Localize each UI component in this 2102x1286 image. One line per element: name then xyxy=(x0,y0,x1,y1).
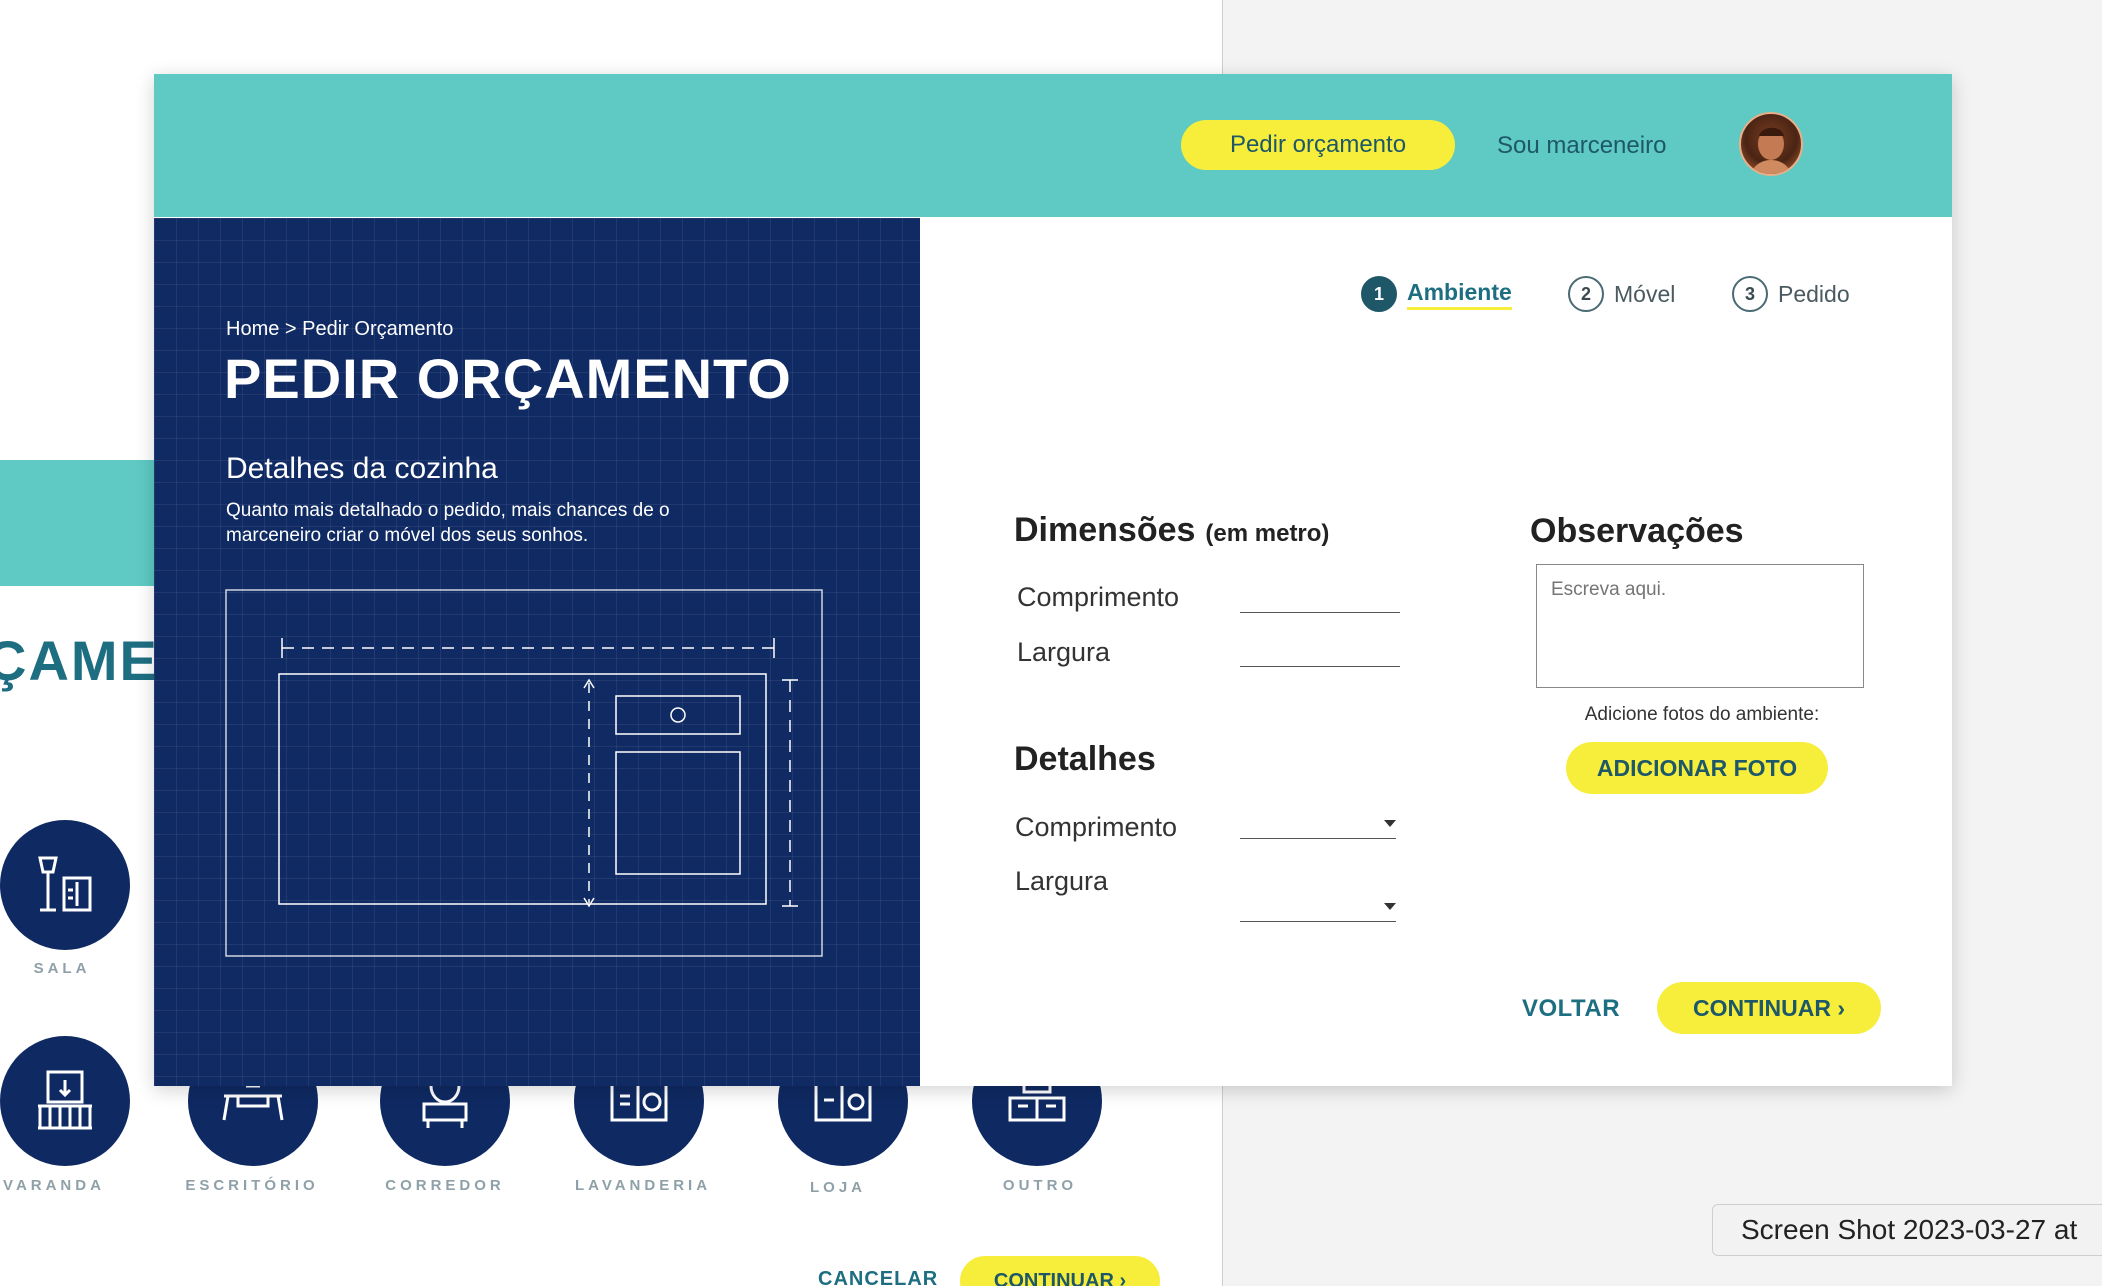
add-photo-button[interactable]: ADICIONAR FOTO xyxy=(1566,742,1828,794)
step-number: 1 xyxy=(1361,276,1397,312)
observations-textarea[interactable] xyxy=(1536,564,1864,688)
quote-request-window: Pedir orçamento Sou marceneiro Home > Pe… xyxy=(154,74,1952,1086)
step-number: 2 xyxy=(1568,276,1604,312)
step-label: Ambiente xyxy=(1407,279,1512,310)
dimensions-width-label: Largura xyxy=(1017,637,1111,667)
details-width-label: Largura xyxy=(1015,866,1109,896)
continue-button[interactable]: CONTINUAR › xyxy=(1657,982,1881,1034)
section-description: Quanto mais detalhado o pedido, mais cha… xyxy=(226,500,670,546)
background-cancel-button[interactable]: CANCELAR xyxy=(818,1268,938,1286)
carpenter-link[interactable]: Sou marceneiro xyxy=(1497,132,1666,160)
user-avatar[interactable] xyxy=(1739,112,1803,176)
photos-label: Adicione fotos do ambiente: xyxy=(1584,704,1820,725)
dimensions-width-input[interactable] xyxy=(1240,636,1400,667)
room-lavanderia-label: LAVANDERIA xyxy=(574,1177,712,1194)
step-label: Móvel xyxy=(1614,280,1676,307)
breadcrumb[interactable]: Home > Pedir Orçamento xyxy=(226,318,453,341)
screenshot-file-label[interactable]: Screen Shot 2023-03-27 at xyxy=(1712,1204,2102,1256)
room-loja-label: LOJA xyxy=(809,1179,866,1196)
chevron-down-icon xyxy=(1384,820,1396,827)
section-title: Detalhes da cozinha xyxy=(226,452,498,485)
background-teal-band xyxy=(0,460,180,586)
page-title: PEDIR ORÇAMENTO xyxy=(224,347,792,410)
dimensions-unit: (em metro) xyxy=(1205,520,1330,547)
lamp-cabinet-icon xyxy=(38,856,92,912)
room-corredor-label: CORREDOR xyxy=(385,1177,505,1194)
background-continue-button[interactable]: CONTINUAR › xyxy=(960,1256,1160,1286)
step-label: Pedido xyxy=(1778,280,1850,307)
step-movel[interactable]: 2 Móvel xyxy=(1568,276,1675,312)
background-page-title: ÇAMEI xyxy=(0,629,177,692)
step-pedido[interactable]: 3 Pedido xyxy=(1732,276,1850,312)
chevron-down-icon xyxy=(1384,903,1396,910)
room-sala-label: SALA xyxy=(33,960,91,977)
dimensions-length-label: Comprimento xyxy=(1017,582,1180,612)
room-escritorio-label: ESCRITÓRIO xyxy=(185,1177,319,1194)
details-width-select[interactable] xyxy=(1240,893,1396,922)
observations-title: Observações xyxy=(1530,512,1744,550)
kitchen-blueprint-drawing xyxy=(225,589,823,957)
step-ambiente[interactable]: 1 Ambiente xyxy=(1361,276,1512,312)
room-outro-label: OUTRO xyxy=(1002,1177,1078,1194)
top-navigation-bar: Pedir orçamento Sou marceneiro xyxy=(154,74,1952,217)
request-quote-button[interactable]: Pedir orçamento xyxy=(1181,120,1455,170)
blueprint-panel: Home > Pedir Orçamento PEDIR ORÇAMENTO D… xyxy=(154,218,920,1086)
dimensions-length-input[interactable] xyxy=(1240,582,1400,613)
avatar-face-icon xyxy=(1751,127,1791,174)
dimensions-heading: Dimensões (em metro) xyxy=(1014,511,1329,550)
details-title: Detalhes xyxy=(1014,740,1156,778)
room-varanda-label: VARANDA xyxy=(3,1177,105,1194)
details-length-select[interactable] xyxy=(1240,810,1396,839)
step-number: 3 xyxy=(1732,276,1768,312)
room-varanda-button[interactable] xyxy=(0,1036,130,1166)
details-length-label: Comprimento xyxy=(1015,812,1178,842)
dimensions-title: Dimensões xyxy=(1014,511,1196,549)
back-button[interactable]: VOLTAR xyxy=(1522,995,1620,1023)
room-sala-button[interactable] xyxy=(0,820,130,950)
balcony-icon xyxy=(38,1070,92,1130)
